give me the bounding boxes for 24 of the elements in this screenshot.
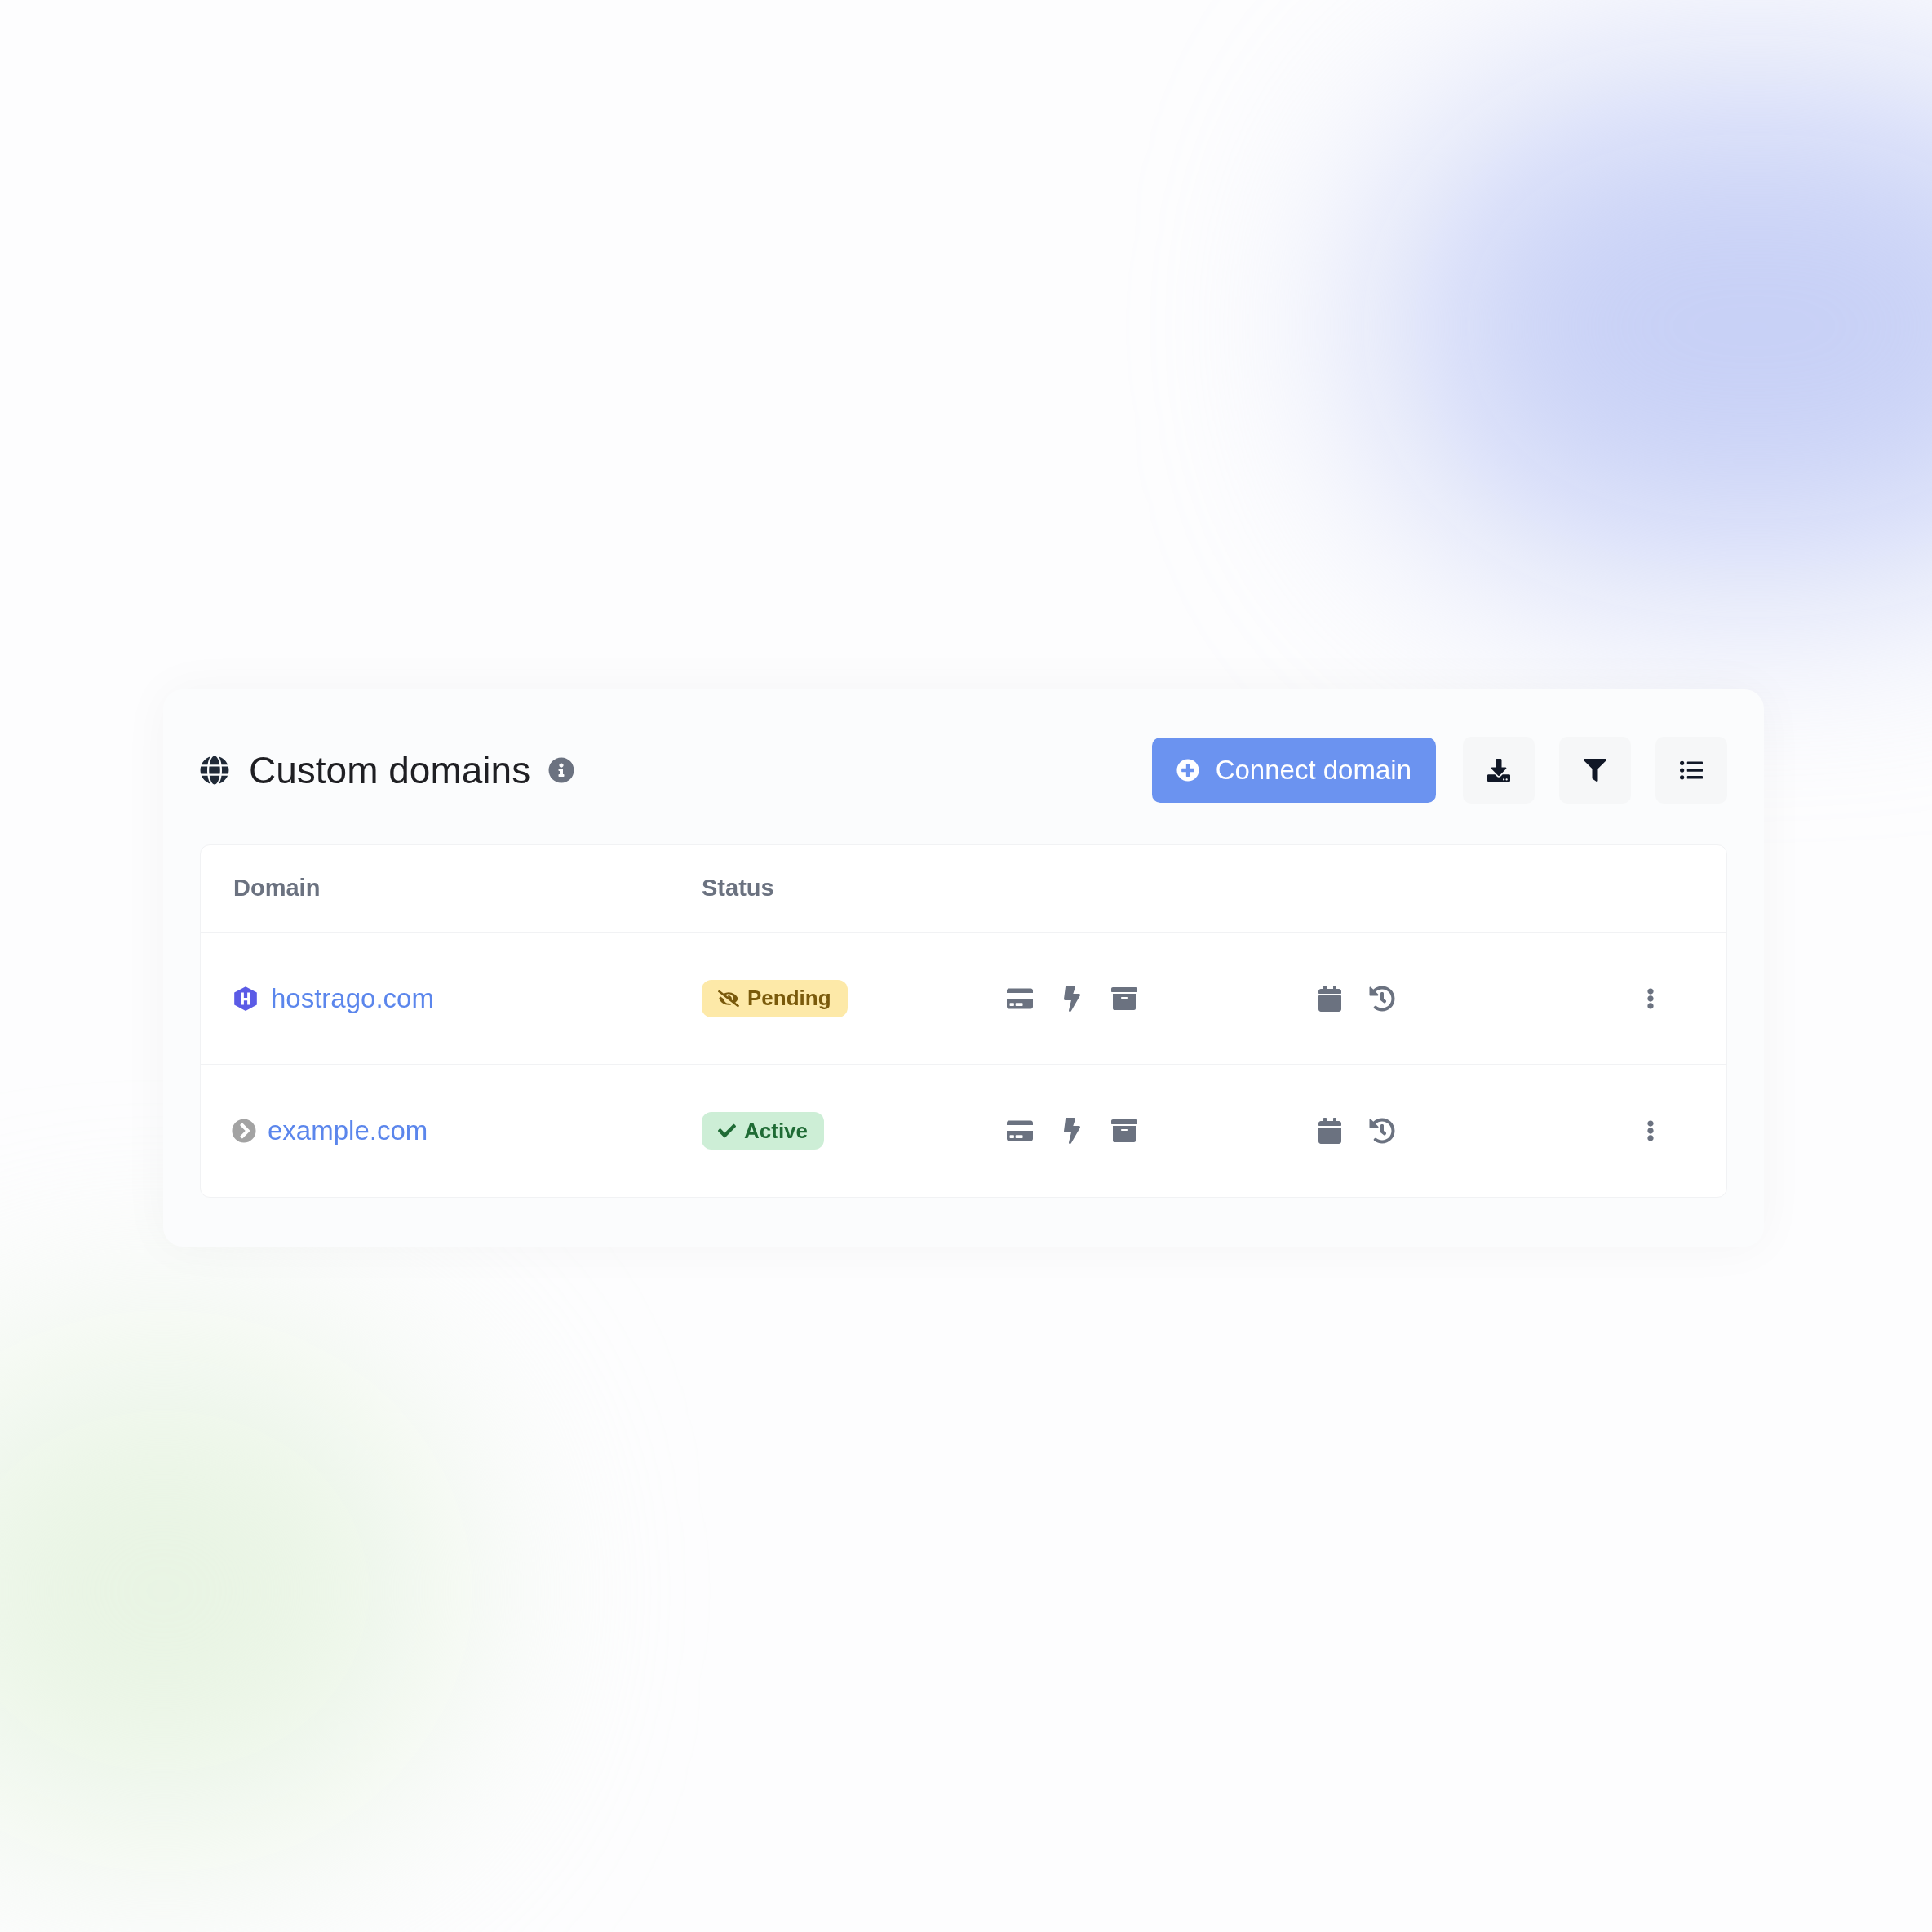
- globe-icon: [200, 756, 229, 785]
- domain-link[interactable]: example.com: [268, 1110, 428, 1151]
- page-title: Custom domains: [249, 747, 531, 793]
- column-header: Status: [702, 874, 774, 903]
- check-icon: [718, 1122, 736, 1140]
- filter-button[interactable]: [1559, 737, 1631, 804]
- calendar-icon[interactable]: [1317, 1118, 1343, 1144]
- list-view-button[interactable]: [1655, 737, 1727, 804]
- info-icon[interactable]: [548, 757, 575, 783]
- domain-link[interactable]: hostrago.com: [271, 977, 434, 1019]
- filter-icon: [1584, 759, 1606, 782]
- column-header: Domain: [233, 874, 321, 903]
- history-icon[interactable]: [1369, 1118, 1395, 1144]
- download-button[interactable]: [1463, 737, 1535, 804]
- history-icon[interactable]: [1369, 985, 1395, 1012]
- connect-domain-button[interactable]: Connect domain: [1151, 738, 1436, 803]
- archive-icon[interactable]: [1111, 985, 1137, 1012]
- download-icon: [1487, 759, 1510, 782]
- status-badge: Active: [702, 1112, 825, 1150]
- archive-icon[interactable]: [1111, 1118, 1137, 1144]
- list-icon: [1680, 759, 1703, 782]
- logo-icon: [232, 984, 259, 1013]
- calendar-icon[interactable]: [1317, 985, 1343, 1012]
- status-badge: Pending: [702, 979, 848, 1017]
